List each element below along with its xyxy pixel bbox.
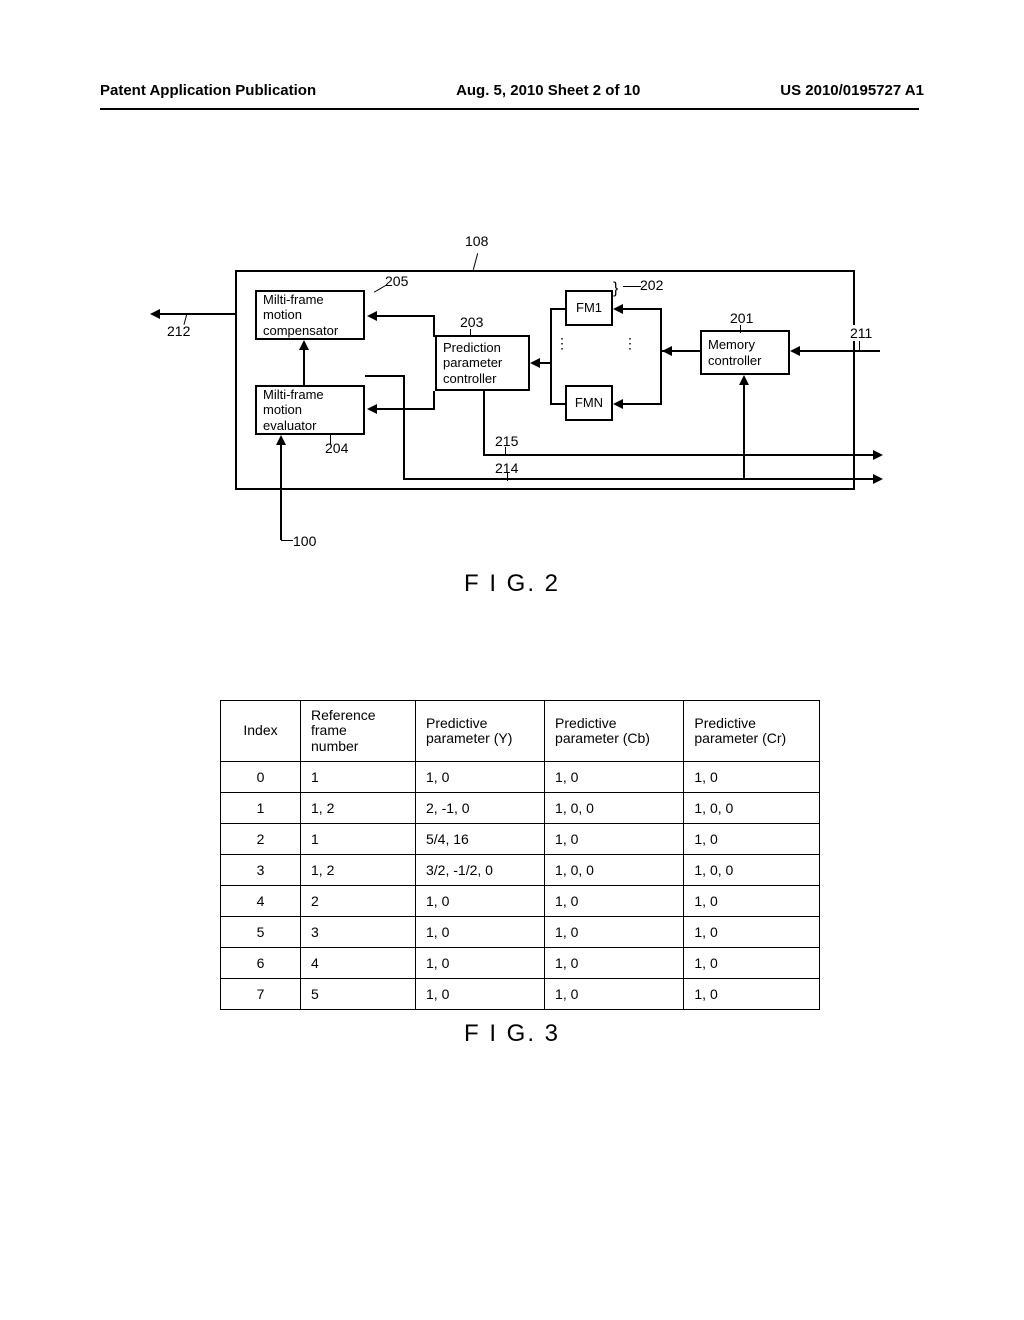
col-index: Index [221,701,301,762]
table-row: 2 1 5/4, 16 1, 0 1, 0 [221,824,820,855]
figure-2-diagram: 108 Milti-frame motion compensator 205 2… [145,215,885,575]
memctrl-bottom-v [743,385,745,480]
memfm-hline-top [623,308,660,310]
box-param-controller: Prediction parameter controller [435,335,530,391]
fm-merge-v [550,308,552,405]
eval-to-comp-head [299,340,309,350]
memfm-hline-bot [623,403,660,405]
table-row: 6 4 1, 0 1, 0 1, 0 [221,948,820,979]
ppc-out-to-eval-h [377,408,435,410]
line-214-head [873,474,883,484]
box-evaluator: Milti-frame motion evaluator [255,385,365,435]
table-row: 7 5 1, 0 1, 0 1, 0 [221,979,820,1010]
memfm-head-top [613,304,623,314]
col-refframe: Reference frame number [301,701,416,762]
line-215-h [483,454,873,456]
lead-215 [505,447,506,455]
col-y: Predictive parameter (Y) [416,701,545,762]
box-compensator: Milti-frame motion compensator [255,290,365,340]
lead-201 [740,325,741,333]
brace-202: } [613,280,618,298]
ppc-out-to-comp-v [433,315,435,337]
header-left: Patent Application Publication [100,82,316,99]
arrow-211-line [800,350,880,352]
box-fm1: FM1 [565,290,613,326]
arrow-211-head [790,346,800,356]
fmn-text: FMN [575,395,603,411]
fm1-to-merge [552,308,565,310]
table-row: 0 1 1, 0 1, 0 1, 0 [221,762,820,793]
col-cr: Predictive parameter (Cr) [684,701,820,762]
ref-212: 212 [167,323,190,339]
table-row: 4 2 1, 0 1, 0 1, 0 [221,886,820,917]
line-214-v [403,375,405,480]
fm-to-ppc [540,362,552,364]
lead-204 [330,435,331,445]
memctrl-bottom-head [739,375,749,385]
fm1-text: FM1 [576,300,602,316]
lead-202-line [623,286,641,287]
ref-100: 100 [293,533,316,549]
line-214-br [365,375,403,377]
line-215-head [873,450,883,460]
figure-3-table: Index Reference frame number Predictive … [220,700,820,1010]
figure-2-caption: F I G. 2 [0,570,1024,598]
lead-211 [859,341,860,351]
lead-203 [470,329,471,337]
ref-108: 108 [465,233,488,249]
ppc-out-to-comp-h [377,315,435,317]
ref-203: 203 [460,314,483,330]
memctrl-text: Memory controller [708,337,761,368]
header-center: Aug. 5, 2010 Sheet 2 of 10 [456,82,640,99]
page-header: Patent Application Publication Aug. 5, 2… [0,82,1024,99]
fmn-to-merge [552,403,565,405]
ref-205: 205 [385,273,408,289]
table-body: 0 1 1, 0 1, 0 1, 0 1 1, 2 2, -1, 0 1, 0,… [221,762,820,1010]
ppc-to-eval-head [367,404,377,414]
figure-3-caption: F I G. 3 [0,1020,1024,1048]
memfm-to-ctrl-head [662,346,672,356]
line-215-v [483,391,485,456]
table-header-row: Index Reference frame number Predictive … [221,701,820,762]
line-100-v [280,445,282,540]
fm-to-ppc-head [530,358,540,368]
compensator-text: Milti-frame motion compensator [263,292,338,339]
line-214-h [403,478,873,480]
ref-204: 204 [325,440,348,456]
ppc-to-comp-head [367,311,377,321]
ref-215: 215 [495,433,518,449]
arrow-212-head [150,309,160,319]
box-fmn: FMN [565,385,613,421]
table-row: 5 3 1, 0 1, 0 1, 0 [221,917,820,948]
ellipsis-fm-left: ⋮ [555,340,569,347]
line-100-head [276,435,286,445]
lead-100 [281,540,293,541]
table-row: 1 1, 2 2, -1, 0 1, 0, 0 1, 0, 0 [221,793,820,824]
lead-214 [507,473,508,481]
box-mem-controller: Memory controller [700,330,790,375]
header-right: US 2010/0195727 A1 [780,82,924,99]
memfm-head-bot [613,399,623,409]
ref-201: 201 [730,310,753,326]
eval-to-comp [303,350,305,385]
col-cb: Predictive parameter (Cb) [545,701,684,762]
ellipsis-fm-right: ⋮ [623,340,637,347]
ref-202: 202 [640,277,663,293]
arrow-212-line [160,313,235,315]
table-row: 3 1, 2 3/2, -1/2, 0 1, 0, 0 1, 0, 0 [221,855,820,886]
lead-108 [473,253,478,270]
ref-211: 211 [850,325,872,341]
memfm-vline [660,308,662,405]
prediction-param-table: Index Reference frame number Predictive … [220,700,820,1010]
header-rule [100,108,919,110]
paramctrl-text: Prediction parameter controller [443,340,502,387]
evaluator-text: Milti-frame motion evaluator [263,387,324,434]
